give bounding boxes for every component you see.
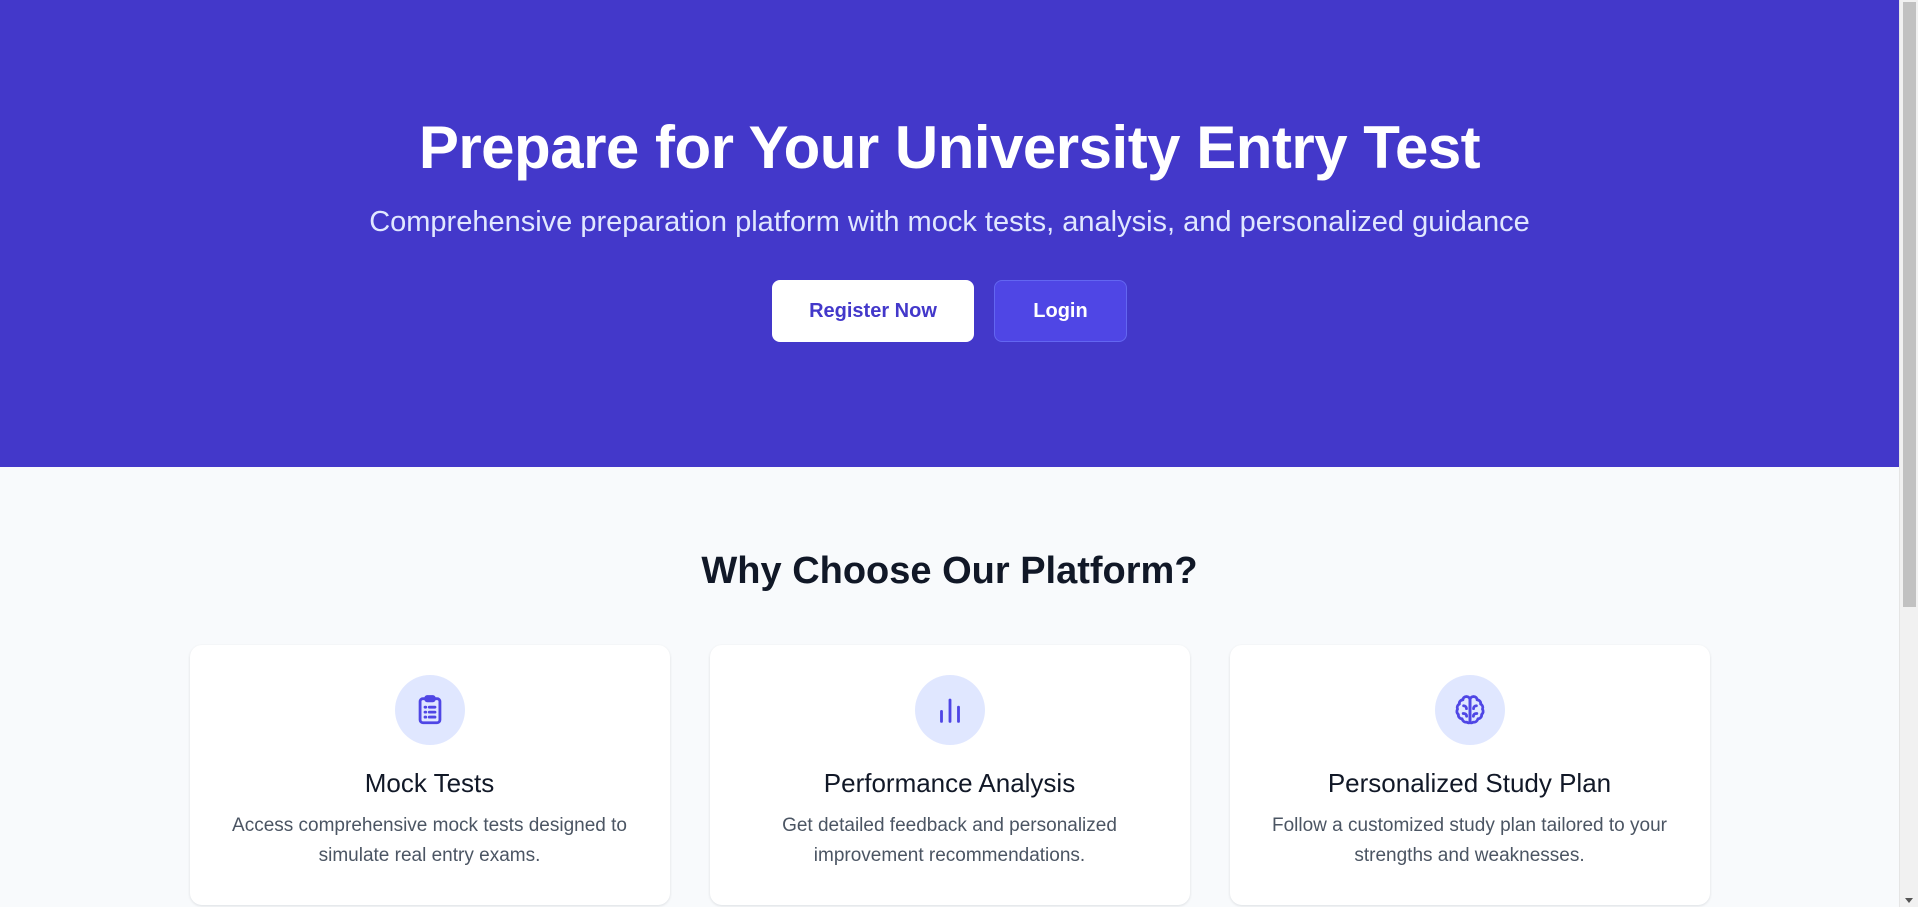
feature-card-study-plan: Personalized Study Plan Follow a customi… [1229, 645, 1710, 905]
hero-title: Prepare for Your University Entry Test [418, 114, 1481, 181]
hero-actions: Register Now Login [772, 280, 1127, 342]
clipboard-list-icon [394, 675, 465, 745]
feature-card-title: Performance Analysis [823, 768, 1076, 798]
feature-card-text: Access comprehensive mock tests designed… [232, 815, 627, 866]
login-button[interactable]: Login [994, 280, 1127, 342]
feature-card-performance-analysis: Performance Analysis Get detailed feedba… [709, 645, 1190, 905]
feature-card-mock-tests: Mock Tests Access comprehensive mock tes… [189, 645, 670, 905]
hero-section: Prepare for Your University Entry Test C… [0, 0, 1899, 467]
feature-card-text: Get detailed feedback and personalized i… [782, 815, 1117, 866]
feature-card-title: Personalized Study Plan [1327, 768, 1612, 798]
features-section: Why Choose Our Platform? Mock Tests Acce… [0, 467, 1899, 905]
feature-card-text: Follow a customized study plan tailored … [1272, 815, 1667, 866]
viewport: Prepare for Your University Entry Test C… [0, 0, 1918, 907]
scrollbar-thumb[interactable] [1903, 2, 1916, 607]
features-title: Why Choose Our Platform? [701, 550, 1198, 592]
feature-card-title: Mock Tests [364, 768, 495, 798]
feature-cards: Mock Tests Access comprehensive mock tes… [189, 645, 1710, 905]
brain-icon [1434, 675, 1505, 745]
bar-chart-icon [914, 675, 985, 745]
scroll-down-arrow-icon[interactable] [1905, 898, 1913, 903]
register-now-button[interactable]: Register Now [772, 280, 974, 342]
vertical-scrollbar[interactable] [1899, 0, 1918, 907]
hero-subtitle: Comprehensive preparation platform with … [369, 206, 1530, 238]
page: Prepare for Your University Entry Test C… [0, 0, 1899, 907]
